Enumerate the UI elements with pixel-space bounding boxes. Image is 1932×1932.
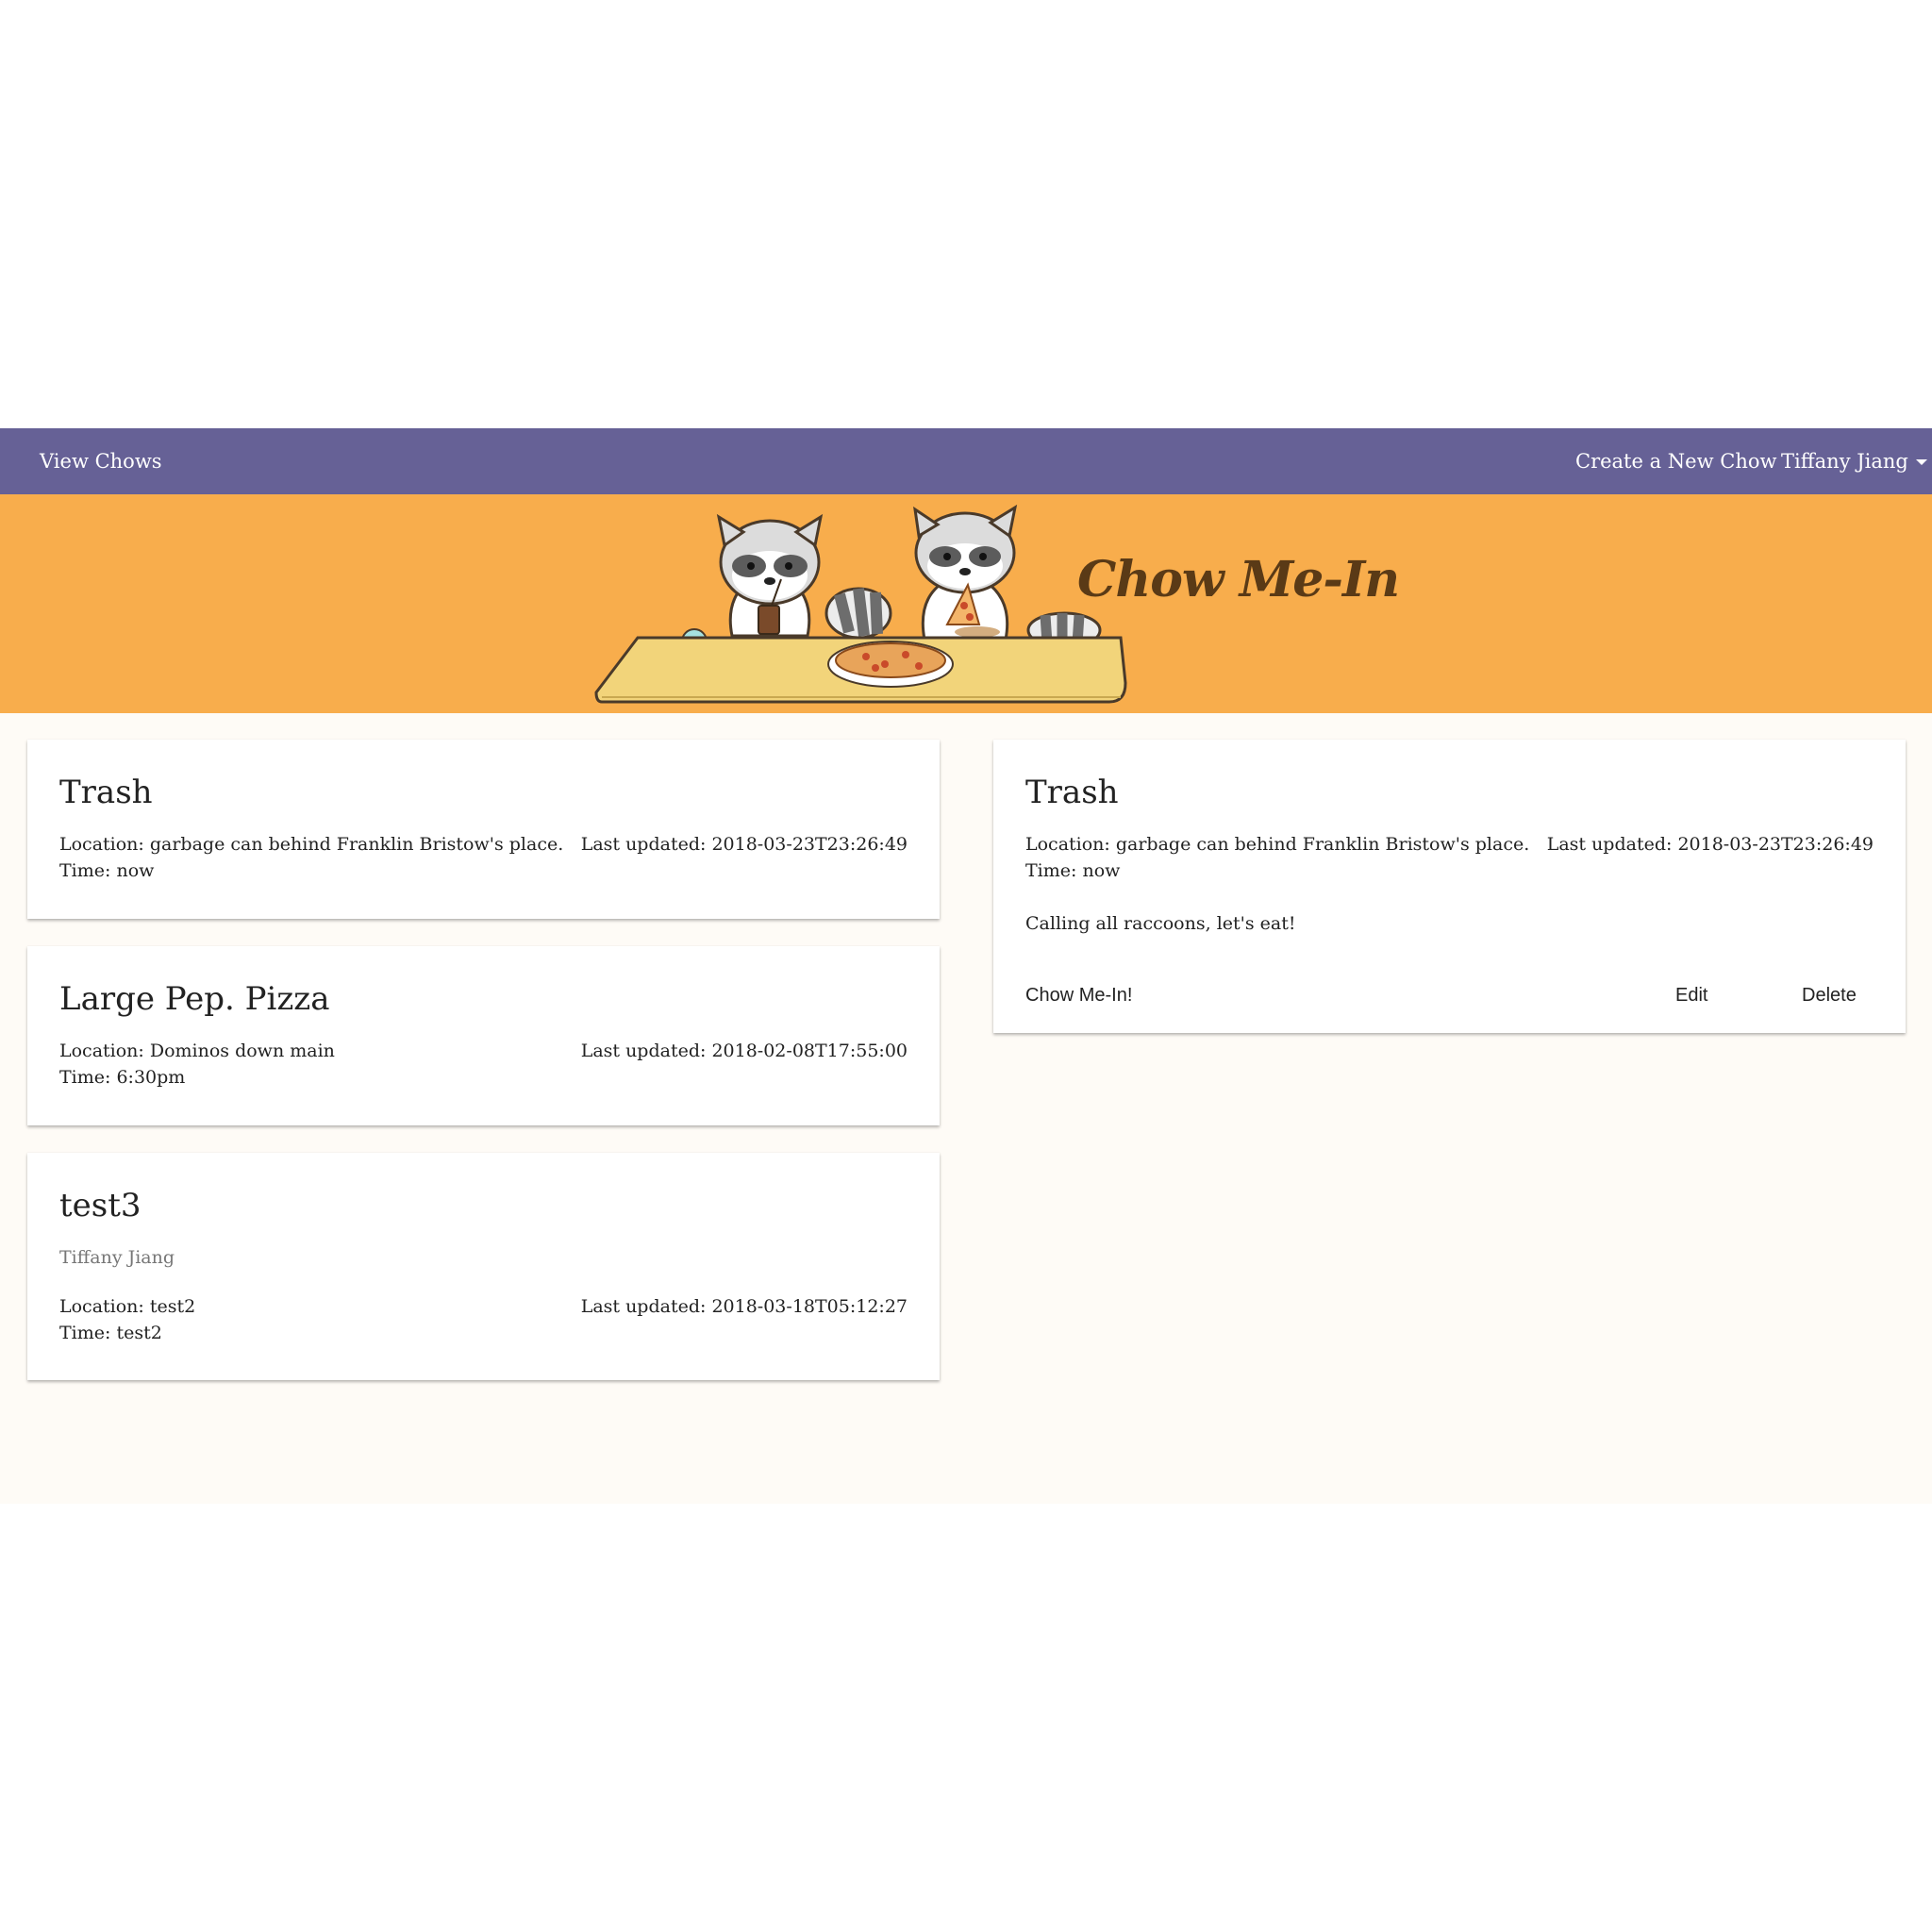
caret-down-icon bbox=[1915, 458, 1927, 465]
chow-detail-last-updated: Last updated: 2018-03-23T23:26:49 bbox=[1546, 834, 1874, 855]
chow-title: test3 bbox=[59, 1187, 142, 1224]
raccoons-eating-pizza-illustration bbox=[594, 504, 1127, 704]
chow-title: Large Pep. Pizza bbox=[59, 980, 330, 1018]
chow-location: Location: test2 bbox=[59, 1296, 196, 1317]
chow-detail-description: Calling all raccoons, let's eat! bbox=[1025, 913, 1296, 934]
chow-time: Time: test2 bbox=[59, 1323, 162, 1343]
chow-author: Tiffany Jiang bbox=[59, 1247, 175, 1268]
raccoon-tail-left bbox=[824, 587, 892, 640]
chow-card[interactable]: Trash Location: garbage can behind Frank… bbox=[27, 740, 940, 919]
chow-me-in-button[interactable]: Chow Me-In! bbox=[1025, 985, 1132, 1007]
pizza bbox=[827, 641, 954, 688]
raccoon-left bbox=[716, 513, 824, 638]
edit-button[interactable]: Edit bbox=[1675, 985, 1707, 1007]
app-root: View Chows Create a New Chow Tiffany Jia… bbox=[0, 428, 1932, 1504]
chow-last-updated: Last updated: 2018-03-23T23:26:49 bbox=[580, 834, 908, 855]
chow-time: Time: 6:30pm bbox=[59, 1067, 186, 1088]
chow-time: Time: now bbox=[59, 860, 155, 881]
nav-create-chow-link[interactable]: Create a New Chow bbox=[1575, 428, 1776, 494]
nav-view-chows-link[interactable]: View Chows bbox=[40, 428, 162, 494]
chow-last-updated: Last updated: 2018-03-18T05:12:27 bbox=[580, 1296, 908, 1317]
raccoon-right bbox=[913, 504, 1018, 641]
delete-button[interactable]: Delete bbox=[1802, 985, 1857, 1007]
chow-last-updated: Last updated: 2018-02-08T17:55:00 bbox=[580, 1041, 908, 1061]
user-name-label: Tiffany Jiang bbox=[1781, 450, 1908, 473]
hero-banner: Chow Me-In bbox=[0, 494, 1932, 713]
chow-location: Location: garbage can behind Franklin Br… bbox=[59, 834, 564, 855]
chow-detail-card: Trash Location: garbage can behind Frank… bbox=[993, 740, 1906, 1033]
chow-detail-location: Location: garbage can behind Franklin Br… bbox=[1025, 834, 1530, 855]
chow-detail-time: Time: now bbox=[1025, 860, 1121, 881]
brand-logo-text: Chow Me-In bbox=[1077, 551, 1400, 608]
navbar: View Chows Create a New Chow Tiffany Jia… bbox=[0, 428, 1932, 494]
chow-card[interactable]: test3 Tiffany Jiang Location: test2 Time… bbox=[27, 1153, 940, 1380]
chow-location: Location: Dominos down main bbox=[59, 1041, 335, 1061]
chow-title: Trash bbox=[59, 774, 153, 811]
chow-card[interactable]: Large Pep. Pizza Location: Dominos down … bbox=[27, 946, 940, 1125]
user-menu-dropdown[interactable]: Tiffany Jiang bbox=[1781, 428, 1927, 494]
chow-detail-title: Trash bbox=[1025, 774, 1119, 811]
